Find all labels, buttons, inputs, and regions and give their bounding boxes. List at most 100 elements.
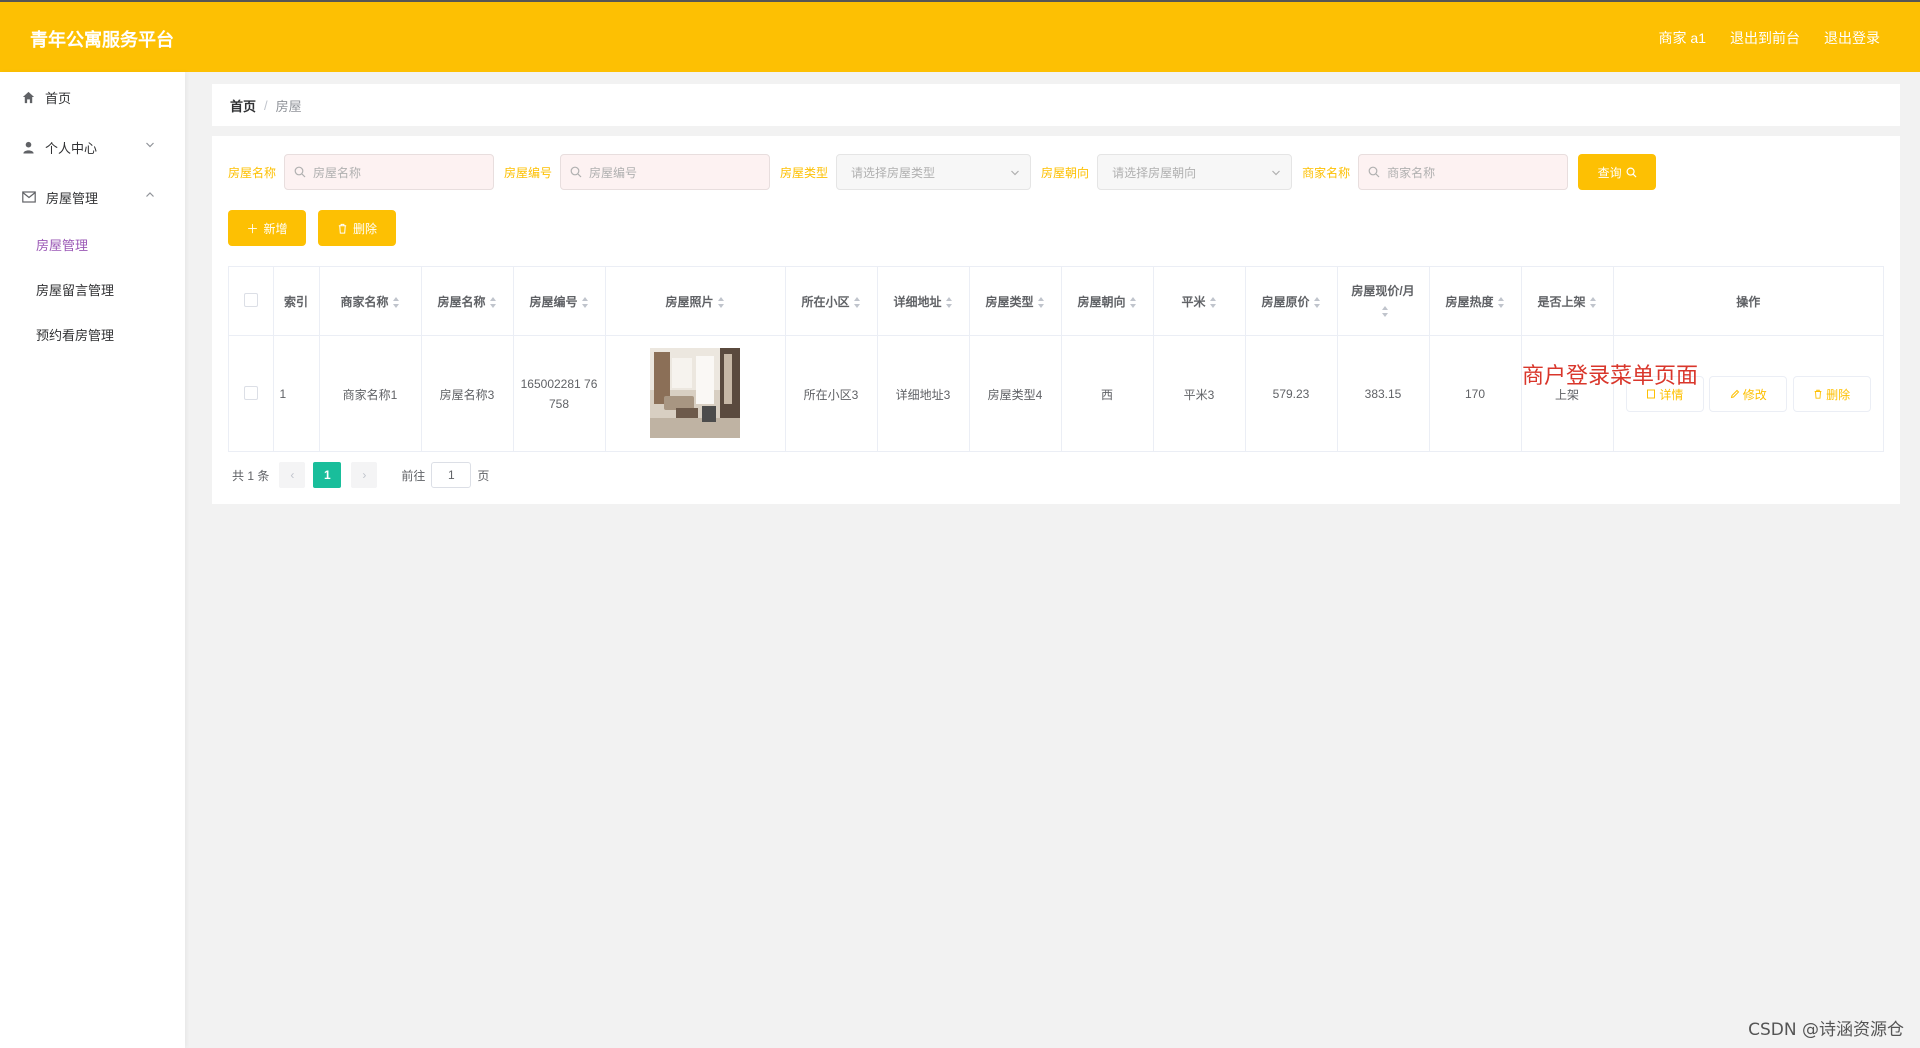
column-header-label: 操作 (1736, 294, 1761, 309)
column-header-label: 所在小区 (801, 294, 850, 309)
house-code-cell: 165002281 76758 (513, 335, 606, 452)
chevron-down-icon (146, 142, 154, 148)
document-icon (1647, 389, 1656, 399)
table-header-row: 索引 商家名称 房屋名称 房屋编号 房屋照片 所在小区 详细地址 房屋类型 房屋… (229, 267, 1883, 336)
column-header[interactable]: 房屋热度 (1429, 267, 1522, 336)
pagination: 共 1 条 ‹ 1 › 前往 页 (232, 462, 489, 488)
submenu-item-house-management[interactable]: 房屋管理 (0, 222, 185, 267)
column-header-label: 是否上架 (1537, 294, 1586, 309)
sort-icon[interactable] (1313, 296, 1321, 308)
goto-label: 前往 (401, 468, 426, 483)
delete-button-label: 删除 (1826, 387, 1851, 402)
house-direction-select[interactable]: 请选择房屋朝向 (1097, 154, 1293, 190)
goto-page-input[interactable] (431, 462, 472, 488)
sort-icon[interactable] (489, 296, 497, 308)
column-header[interactable]: 房屋现价/月 (1337, 267, 1430, 336)
house-code-label: 房屋编号 (504, 165, 553, 180)
house-direction-placeholder: 请选择房屋朝向 (1112, 165, 1197, 180)
delete-button[interactable]: 删除 (1792, 376, 1871, 412)
logout-link[interactable]: 退出登录 (1824, 28, 1880, 48)
column-header: 操作 (1613, 267, 1883, 336)
page-number-current[interactable]: 1 (313, 462, 342, 488)
trash-icon (1814, 389, 1822, 399)
home-icon (22, 91, 35, 103)
column-header-label: 房屋照片 (665, 294, 714, 309)
direction-cell: 西 (1061, 335, 1154, 452)
sort-icon[interactable] (945, 296, 953, 308)
breadcrumb-home[interactable]: 首页 (230, 96, 256, 115)
column-header[interactable]: 房屋编号 (513, 267, 606, 336)
column-header[interactable]: 所在小区 (785, 267, 878, 336)
current-user-link[interactable]: 商家 a1 (1659, 28, 1706, 48)
query-button[interactable]: 查询 (1578, 154, 1657, 190)
search-icon (294, 166, 306, 178)
column-header[interactable]: 详细地址 (877, 267, 970, 336)
column-header[interactable]: 房屋照片 (605, 267, 786, 336)
column-header-label: 房屋编号 (529, 294, 578, 309)
column-header[interactable]: 商家名称 (319, 267, 422, 336)
sort-icon[interactable] (1129, 296, 1137, 308)
house-code-input[interactable] (561, 155, 762, 191)
chevron-down-icon (1272, 170, 1280, 176)
sort-icon[interactable] (392, 296, 400, 308)
column-header-label: 房屋热度 (1445, 294, 1494, 309)
plus-icon: ＋ (246, 221, 259, 236)
merchant-name-field (1358, 154, 1569, 191)
add-button-label: 新增 (263, 221, 288, 236)
sidebar-item-home[interactable]: 首页 (0, 72, 185, 122)
row-checkbox[interactable] (243, 385, 258, 400)
submenu-item-house-messages[interactable]: 房屋留言管理 (0, 267, 185, 312)
house-direction-label: 房屋朝向 (1041, 165, 1090, 180)
sort-icon[interactable] (717, 296, 725, 308)
column-header[interactable]: 房屋名称 (421, 267, 514, 336)
house-photo[interactable] (650, 347, 740, 438)
edit-button[interactable]: 修改 (1709, 376, 1788, 412)
sidebar-item-label: 个人中心 (45, 140, 98, 156)
house-type-label: 房屋类型 (780, 165, 829, 180)
column-header-label: 商家名称 (340, 294, 389, 309)
sidebar-item-label: 首页 (45, 90, 72, 106)
prev-page-button[interactable]: ‹ (279, 462, 306, 488)
sort-icon[interactable] (1497, 296, 1505, 308)
house-type-select[interactable]: 请选择房屋类型 (836, 154, 1032, 190)
sort-icon[interactable] (1589, 296, 1597, 308)
column-header[interactable]: 是否上架 (1521, 267, 1614, 336)
search-icon (1626, 167, 1637, 178)
sort-icon[interactable] (853, 296, 861, 308)
merchant-name-label: 商家名称 (1302, 165, 1351, 180)
index-cell: 1 (273, 335, 320, 452)
select-all-cell (229, 267, 274, 336)
next-page-button[interactable]: › (351, 462, 378, 488)
sidebar-item-personal-center[interactable]: 个人中心 (0, 122, 185, 172)
edit-button-label: 修改 (1742, 387, 1767, 402)
column-header-label: 详细地址 (893, 294, 942, 309)
submenu-item-viewing-appointments[interactable]: 预约看房管理 (0, 312, 185, 357)
breadcrumb-current: 房屋 (275, 98, 302, 114)
column-header[interactable]: 平米 (1153, 267, 1246, 336)
annotation-note: 商户登录菜单页面 (1522, 364, 1699, 389)
community-cell: 所在小区3 (785, 335, 878, 452)
sidebar-item-house-management[interactable]: 房屋管理 (0, 172, 185, 222)
original-price-cell: 579.23 (1245, 335, 1338, 452)
batch-delete-button[interactable]: 删除 (318, 210, 396, 246)
column-header[interactable]: 房屋类型 (969, 267, 1062, 336)
column-header-label: 房屋朝向 (1077, 294, 1126, 309)
user-icon (23, 141, 34, 154)
search-form: 房屋名称 房屋编号 房屋类型 请选择房屋类型 房屋朝向 请选择房屋朝向 商家名称… (228, 154, 1657, 191)
house-name-input[interactable] (285, 155, 486, 191)
add-button[interactable]: ＋ 新增 (228, 210, 306, 246)
sort-icon[interactable] (1209, 296, 1217, 308)
merchant-name-input[interactable] (1359, 155, 1560, 191)
sort-icon[interactable] (581, 296, 589, 308)
main-panel: 房屋名称 房屋编号 房屋类型 请选择房屋类型 房屋朝向 请选择房屋朝向 商家名称… (212, 136, 1900, 504)
breadcrumb: 首页 / 房屋 (212, 84, 1900, 126)
back-to-front-link[interactable]: 退出到前台 (1730, 28, 1800, 48)
house-type-cell: 房屋类型4 (969, 335, 1062, 452)
column-header[interactable]: 房屋原价 (1245, 267, 1338, 336)
sort-icon[interactable] (1037, 296, 1045, 308)
column-header: 索引 (273, 267, 320, 336)
select-all-checkbox[interactable] (243, 292, 258, 307)
column-header[interactable]: 房屋朝向 (1061, 267, 1154, 336)
sort-icon[interactable] (1381, 306, 1389, 318)
page-suffix: 页 (477, 468, 490, 483)
